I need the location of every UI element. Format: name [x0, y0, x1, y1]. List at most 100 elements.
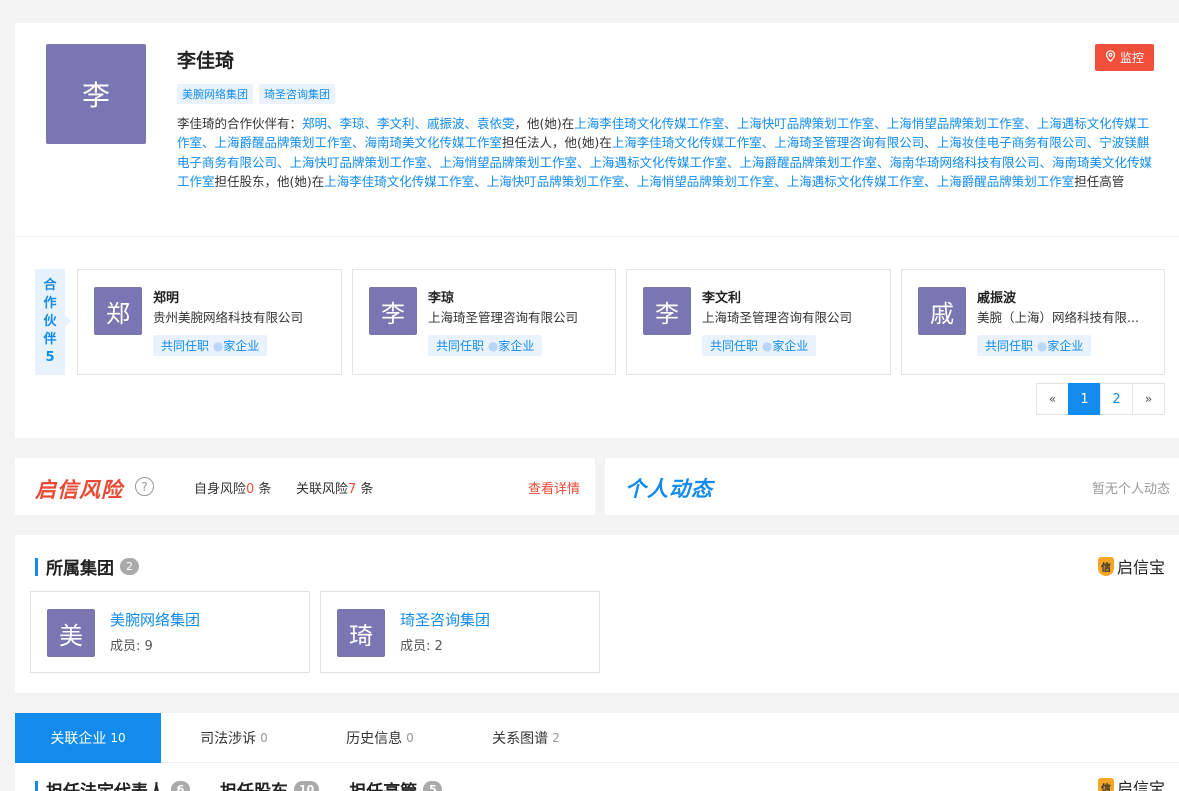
partner-avatar: 李 — [643, 287, 691, 335]
partner-card[interactable]: 郑 郑明 贵州美腕网络科技有限公司 共同任职 ●家企业 — [77, 269, 342, 375]
partners-label-char: 合 — [43, 278, 57, 293]
desc-exec-companies-link[interactable]: 上海李佳琦文化传媒工作室、上海快叮品牌策划工作室、上海悄望品牌策划工作室、上海遇… — [324, 174, 1074, 189]
group-card[interactable]: 琦 琦圣咨询集团 成员: 2 — [320, 591, 600, 673]
desc-partners-link[interactable]: 郑明、李琼、李文利、戚振波、袁依雯 — [302, 116, 515, 131]
person-profile-card: 李 李佳琦 美腕网络集团 琦圣咨询集团 监控 李佳琦的合作伙伴有：郑明、李琼、李… — [15, 23, 1179, 438]
partners-label: 合 作 伙 伴 5 — [35, 269, 71, 375]
help-icon[interactable]: ? — [135, 477, 154, 496]
self-risk-unit: 条 — [254, 482, 272, 497]
tab-history[interactable]: 历史信息 0 — [307, 713, 453, 763]
partner-tag-label: 共同任职 — [710, 339, 759, 353]
groups-title: 所属集团 2 — [35, 554, 139, 579]
monitor-label: 监控 — [1119, 51, 1144, 65]
partners-label-char: 伙 — [43, 314, 57, 329]
partner-company[interactable]: 贵州美腕网络科技有限公司 — [153, 307, 328, 326]
tab-count: 10 — [110, 731, 126, 745]
dot-icon: ● — [487, 339, 499, 353]
partner-card[interactable]: 李 李文利 上海琦圣管理咨询有限公司 共同任职 ●家企业 — [626, 269, 891, 375]
pager-page-1[interactable]: 1 — [1068, 383, 1101, 415]
partner-avatar: 郑 — [94, 287, 142, 335]
divider — [15, 236, 1179, 237]
shield-logo-icon: 信 — [1097, 556, 1114, 576]
related-companies-section: 担任法定代表人 6 担任股东 10 担任高管 5 信 启信宝 — [15, 763, 1179, 791]
groups-section: 所属集团 2 信 启信宝 美 美腕网络集团 成员: 9 琦 琦圣咨询集团 成员:… — [15, 535, 1179, 693]
heading-count-badge: 5 — [423, 781, 443, 791]
dot-icon: ● — [761, 339, 773, 353]
group-name[interactable]: 琦圣咨询集团 — [400, 609, 490, 630]
group-members: 成员: 9 — [110, 639, 153, 654]
person-name: 李佳琦 — [177, 50, 235, 72]
group-tags: 美腕网络集团 琦圣咨询集团 — [177, 84, 335, 104]
partner-tag-count: 家企业 — [772, 339, 809, 353]
legal-rep-heading[interactable]: 担任法定代表人 6 — [35, 777, 190, 791]
tab-label: 历史信息 — [346, 731, 403, 747]
dot-icon: ● — [212, 339, 224, 353]
title-bar — [35, 557, 38, 576]
partner-company[interactable]: 上海琦圣管理咨询有限公司 — [702, 307, 877, 326]
tab-relation-graph[interactable]: 关系图谱 2 — [453, 713, 599, 763]
tab-count: 0 — [406, 731, 414, 745]
person-description: 李佳琦的合作伙伴有：郑明、李琼、李文利、戚振波、袁依雯，他(她)在上海李佳琦文化… — [177, 114, 1155, 192]
dot-icon: ● — [1036, 339, 1048, 353]
desc-suffix: 担任高管 — [1074, 174, 1125, 190]
person-avatar: 李 — [46, 44, 146, 144]
pager-prev-button[interactable]: « — [1036, 383, 1069, 415]
pager-page-2[interactable]: 2 — [1100, 383, 1133, 415]
tab-related-companies[interactable]: 关联企业 10 — [15, 713, 161, 763]
executive-heading[interactable]: 担任高管 5 — [349, 777, 443, 791]
tab-count: 2 — [552, 731, 560, 745]
partner-name[interactable]: 李文利 — [702, 287, 741, 306]
pager-next-button[interactable]: » — [1132, 383, 1165, 415]
group-card[interactable]: 美 美腕网络集团 成员: 9 — [30, 591, 310, 673]
shareholder-heading[interactable]: 担任股东 10 — [220, 777, 320, 791]
tab-bar: 关联企业 10 司法涉诉 0 历史信息 0 关系图谱 2 — [15, 713, 1179, 763]
partner-tag-label: 共同任职 — [985, 339, 1034, 353]
partner-card[interactable]: 李 李琼 上海琦圣管理咨询有限公司 共同任职 ●家企业 — [352, 269, 616, 375]
related-risk[interactable]: 关联风险7 条 — [296, 478, 373, 497]
partners-pager: « 1 2 » — [1036, 383, 1165, 415]
desc-mid3: 担任股东，他(她)在 — [214, 174, 325, 190]
role-headings: 担任法定代表人 6 担任股东 10 担任高管 5 — [35, 777, 443, 791]
brand-label: 启信宝 — [1116, 779, 1165, 791]
partner-card[interactable]: 戚 戚振波 美腕（上海）网络科技有限... 共同任职 ●家企业 — [901, 269, 1165, 375]
risk-detail-link[interactable]: 查看详情 — [528, 478, 580, 497]
qixinbao-brand: 信 启信宝 — [1097, 775, 1165, 791]
self-risk-label: 自身风险 — [194, 482, 247, 497]
desc-mid2: 担任法人，他(她)在 — [502, 135, 612, 151]
tab-label: 关系图谱 — [492, 731, 549, 747]
partner-tag: 共同任职 ●家企业 — [977, 335, 1092, 356]
shield-logo-icon: 信 — [1097, 777, 1114, 791]
partner-name[interactable]: 李琼 — [428, 287, 454, 306]
partner-avatar: 李 — [369, 287, 417, 335]
group-avatar: 琦 — [337, 609, 385, 657]
desc-mid1: ，他(她)在 — [514, 116, 575, 131]
partner-name[interactable]: 戚振波 — [977, 287, 1016, 306]
tab-litigation[interactable]: 司法涉诉 0 — [161, 713, 307, 763]
monitor-button[interactable]: 监控 — [1094, 44, 1154, 71]
partner-tag-label: 共同任职 — [161, 339, 210, 353]
partner-tag-label: 共同任职 — [436, 339, 485, 353]
partner-company[interactable]: 上海琦圣管理咨询有限公司 — [428, 307, 603, 326]
partner-tag-count: 家企业 — [223, 339, 260, 353]
self-risk[interactable]: 自身风险0 条 — [194, 478, 271, 497]
groups-count-badge: 2 — [120, 558, 139, 575]
related-risk-unit: 条 — [356, 482, 374, 497]
risk-panel: 启信风险 ? 自身风险0 条 关联风险7 条 查看详情 — [15, 458, 595, 515]
group-name[interactable]: 美腕网络集团 — [110, 609, 200, 630]
tab-label: 关联企业 — [50, 731, 107, 747]
related-risk-label: 关联风险 — [296, 482, 349, 497]
group-tag-meiwan[interactable]: 美腕网络集团 — [177, 84, 253, 104]
partner-company[interactable]: 美腕（上海）网络科技有限... — [977, 307, 1152, 326]
location-pin-icon — [1105, 50, 1116, 65]
partner-tag: 共同任职 ●家企业 — [428, 335, 543, 356]
qixinbao-brand: 信 启信宝 — [1097, 554, 1165, 578]
heading-count-badge: 10 — [294, 781, 320, 791]
group-tag-qisheng[interactable]: 琦圣咨询集团 — [259, 84, 335, 104]
tab-label: 司法涉诉 — [200, 731, 257, 747]
dynamics-empty-text: 暂无个人动态 — [1091, 482, 1170, 497]
partner-name[interactable]: 郑明 — [153, 287, 179, 306]
partners-count: 5 — [45, 350, 55, 365]
partner-tag-count: 家企业 — [498, 339, 535, 353]
partner-tag-count: 家企业 — [1047, 339, 1084, 353]
tab-count: 0 — [260, 731, 268, 745]
